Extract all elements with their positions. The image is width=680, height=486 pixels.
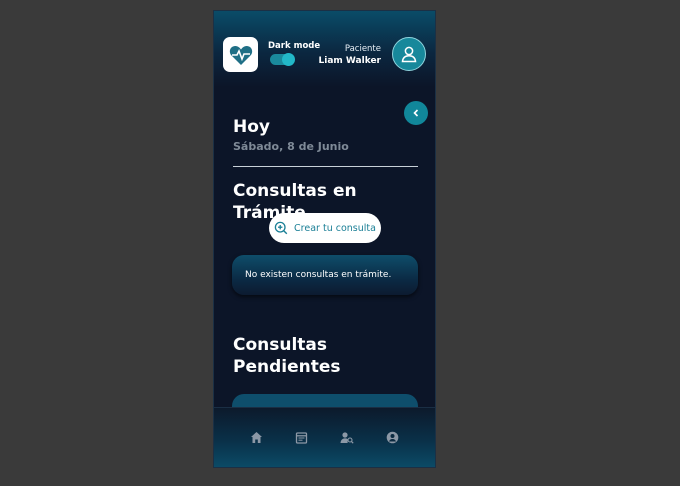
today-title: Hoy <box>233 117 270 137</box>
search-doctor-icon <box>340 432 354 444</box>
empty-state-card: No existen consultas en trámite. <box>232 255 418 295</box>
pending-title-line2: Pendientes <box>233 357 341 377</box>
today-date: Sábado, 8 de Junio <box>233 140 349 153</box>
app-logo[interactable] <box>223 37 258 72</box>
bottom-nav <box>214 407 435 467</box>
pending-title: Consultas Pendientes <box>233 334 341 378</box>
calendar-icon <box>296 432 308 444</box>
app-screen: Dark mode Paciente Liam Walker Hoy Sábad… <box>213 10 436 468</box>
empty-state-message: No existen consultas en trámite. <box>245 270 392 280</box>
create-consultation-label: Crear tu consulta <box>294 222 376 234</box>
dark-mode-toggle[interactable] <box>270 53 295 66</box>
app-header: Dark mode Paciente Liam Walker <box>214 11 435 87</box>
user-icon <box>401 46 417 63</box>
heart-pulse-icon <box>229 45 252 65</box>
avatar[interactable] <box>392 37 426 71</box>
pending-title-line1: Consultas <box>233 335 328 355</box>
create-consultation-button[interactable]: Crear tu consulta <box>269 213 381 243</box>
nav-calendar[interactable] <box>295 431 309 445</box>
back-button[interactable] <box>404 101 428 125</box>
user-name: Liam Walker <box>318 56 381 66</box>
home-icon <box>251 432 263 443</box>
divider <box>233 166 418 167</box>
nav-home[interactable] <box>250 431 264 445</box>
dark-mode-label: Dark mode <box>268 41 321 51</box>
user-role: Paciente <box>344 44 381 54</box>
toggle-knob <box>282 53 295 66</box>
profile-icon <box>386 431 399 444</box>
nav-search-doctor[interactable] <box>340 431 354 445</box>
nav-profile[interactable] <box>385 431 399 445</box>
chevron-left-icon <box>413 109 419 117</box>
add-search-icon <box>274 221 288 235</box>
